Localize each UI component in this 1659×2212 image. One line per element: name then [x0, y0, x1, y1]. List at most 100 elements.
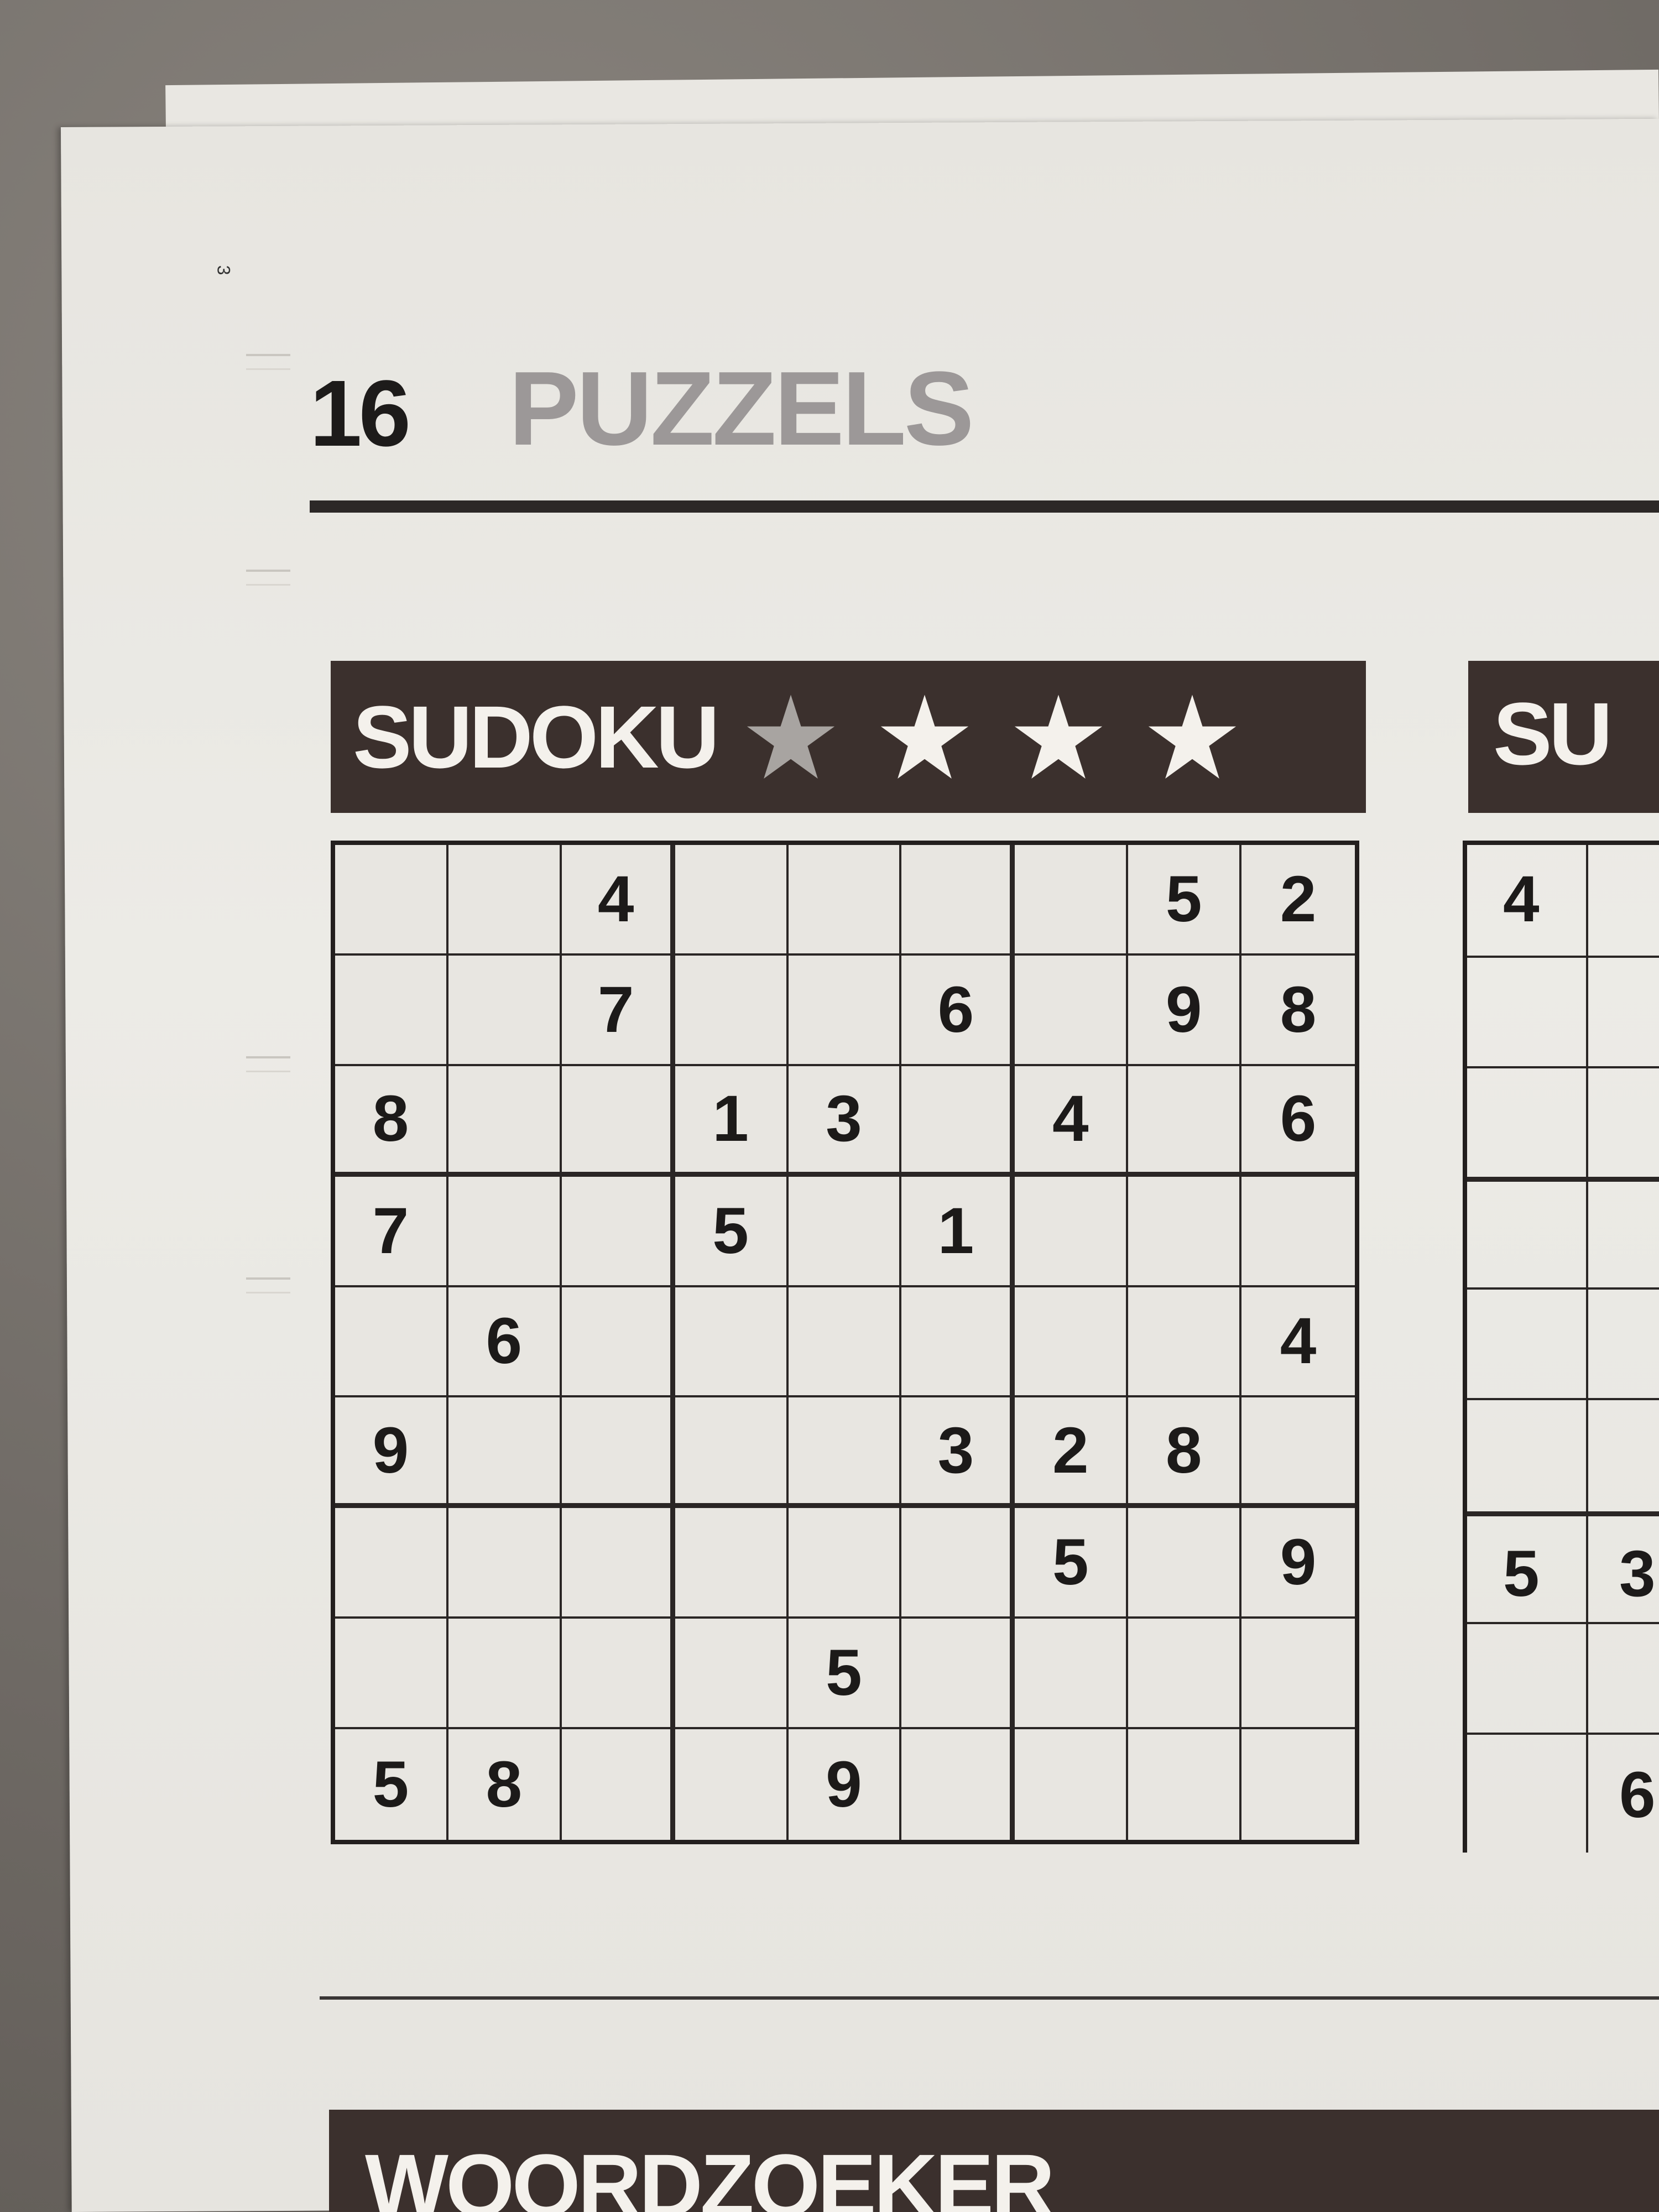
- corner-mark: 3: [213, 265, 234, 275]
- sudoku-cell: [901, 1729, 1015, 1840]
- sudoku-cell: [561, 1397, 675, 1509]
- sudoku-cell: 2: [1015, 1397, 1129, 1509]
- sudoku-cell: [1241, 1619, 1355, 1730]
- sudoku-cell: [448, 845, 562, 956]
- grid-line: [1467, 1066, 1659, 1068]
- sudoku-cell: [335, 845, 448, 956]
- difficulty-stars: [738, 693, 1274, 781]
- grid-line: [1467, 1733, 1659, 1735]
- sudoku-cell: [335, 955, 448, 1066]
- sudoku-cell: [675, 1729, 789, 1840]
- sudoku-cell: 8: [335, 1066, 448, 1177]
- sudoku-cell: 9: [1128, 955, 1242, 1066]
- sudoku-cell: [1128, 1176, 1242, 1287]
- star-icon: [1015, 694, 1103, 779]
- sudoku-cell: [1128, 1066, 1242, 1177]
- grid-line: [1467, 1287, 1659, 1290]
- sudoku-cell: [1015, 1729, 1129, 1840]
- grid-line: [1467, 1511, 1659, 1516]
- sudoku-cell: [675, 955, 789, 1066]
- sudoku-cell: 6: [901, 955, 1015, 1066]
- sudoku-cell: [675, 1619, 789, 1730]
- woordzoeker-banner: WOORDZOEKER: [329, 2110, 1659, 2212]
- sudoku-cell: 8: [1241, 956, 1355, 1066]
- binding-perforation: [246, 1277, 290, 1293]
- sudoku-title: SUDOKU: [353, 687, 719, 786]
- sudoku-cell: 3: [788, 1066, 902, 1177]
- binding-perforation: [246, 1056, 290, 1072]
- sudoku-cell: [448, 1619, 562, 1730]
- sudoku-cell: [1241, 1397, 1355, 1509]
- sudoku-cell: 7: [335, 1176, 448, 1287]
- sudoku-cell: 2: [1241, 845, 1355, 956]
- sudoku-cell: 5: [1015, 1508, 1129, 1619]
- grid-line: [1586, 845, 1588, 1853]
- sudoku-cell: [1241, 1177, 1355, 1287]
- sudoku-grid: 452769881346751649328595589: [331, 841, 1359, 1844]
- digit: 5: [1503, 1537, 1540, 1610]
- sudoku-cell: [675, 845, 789, 956]
- sudoku-cell: [901, 845, 1015, 956]
- sudoku-cell: [788, 1508, 902, 1619]
- sudoku-cell: [1015, 1176, 1129, 1287]
- sudoku-cell: [1128, 1729, 1242, 1840]
- sudoku-cell: [448, 1176, 562, 1287]
- binding-perforation: [246, 354, 290, 370]
- header-rule: [310, 500, 1659, 513]
- sudoku-cell: [335, 1508, 448, 1619]
- sudoku-cell: [1128, 1508, 1242, 1619]
- sudoku-cell: 5: [675, 1176, 789, 1287]
- sudoku-cell: 4: [1241, 1287, 1355, 1398]
- sudoku-cell: [788, 1287, 902, 1398]
- binding-perforation: [246, 570, 290, 586]
- sudoku-cell: 8: [1128, 1397, 1242, 1509]
- sudoku-cell: 4: [1015, 1066, 1129, 1177]
- sudoku-cell: [788, 845, 902, 956]
- sudoku-cell: [448, 1508, 562, 1619]
- sudoku-cell: [1128, 1619, 1242, 1730]
- sudoku-cell: 9: [789, 1729, 902, 1840]
- sudoku-cell: [335, 1619, 448, 1730]
- section-divider: [320, 1996, 1659, 2000]
- digit: 3: [1619, 1537, 1656, 1610]
- grid-line: [1467, 1622, 1659, 1624]
- section-title: PUZZELS: [509, 350, 974, 467]
- sudoku-cell: [1015, 845, 1129, 956]
- grid-line: [1467, 1177, 1659, 1182]
- sudoku-cell: [561, 1066, 675, 1177]
- sudoku-cell: [448, 1066, 562, 1177]
- sudoku-cell: [788, 1176, 902, 1287]
- sudoku-cell: 8: [448, 1729, 562, 1840]
- second-sudoku-banner: SU: [1468, 661, 1659, 813]
- sudoku-cell: 7: [561, 955, 675, 1066]
- sudoku-cell: [901, 1619, 1015, 1730]
- sudoku-cell: [675, 1508, 789, 1619]
- sudoku-cell: 9: [335, 1397, 448, 1509]
- sudoku-cell: 1: [675, 1066, 789, 1177]
- sudoku-cell: 4: [561, 845, 675, 956]
- star-icon: [1149, 694, 1237, 779]
- sudoku-cell: 5: [1128, 845, 1242, 956]
- sudoku-cell: [448, 1397, 562, 1509]
- woordzoeker-title: WOORDZOEKER: [365, 2136, 1055, 2212]
- sudoku-cell: [1015, 1287, 1129, 1398]
- sudoku-cell: [562, 1729, 675, 1840]
- sudoku-cell: [1128, 1287, 1242, 1398]
- sudoku-cell: [561, 1176, 675, 1287]
- sudoku-cell: [1015, 955, 1129, 1066]
- sudoku-cell: 5: [788, 1619, 902, 1730]
- sudoku-cell: [675, 1397, 789, 1509]
- sudoku-cell: [675, 1287, 789, 1398]
- sudoku-cell: [561, 1508, 675, 1619]
- sudoku-cell: [561, 1619, 675, 1730]
- grid-line: [1467, 1398, 1659, 1400]
- sudoku-cell: 5: [335, 1729, 448, 1840]
- digit: 4: [1503, 863, 1540, 936]
- digit: 6: [1619, 1759, 1656, 1832]
- sudoku-cell: [335, 1287, 448, 1398]
- sudoku-cell: [788, 1397, 902, 1509]
- sudoku-cell: 3: [901, 1397, 1015, 1509]
- sudoku-cell: [448, 955, 562, 1066]
- star-icon: [881, 694, 969, 779]
- sudoku-cell: 6: [448, 1287, 562, 1398]
